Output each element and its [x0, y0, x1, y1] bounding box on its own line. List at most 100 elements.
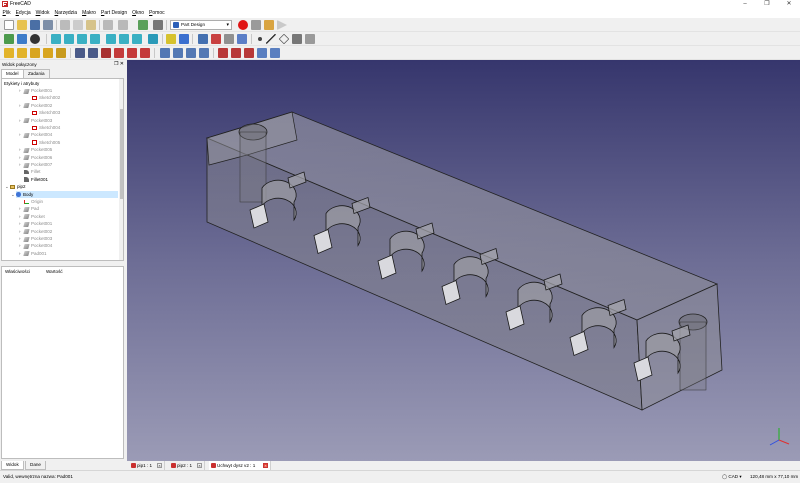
copy-icon[interactable] — [73, 20, 83, 30]
save-as-icon[interactable] — [43, 20, 53, 30]
local-cs-icon[interactable] — [292, 34, 302, 44]
tree-item[interactable]: › Pocket003 — [19, 235, 118, 242]
workbench-selector[interactable]: Part Design ▾ — [170, 20, 232, 30]
tree-item[interactable]: › Pocket007 — [19, 161, 118, 168]
maximize-button[interactable]: ❐ — [756, 0, 778, 9]
view-isometric-icon[interactable] — [51, 34, 61, 44]
tab-view-props[interactable]: Widok — [1, 461, 24, 470]
expand-arrow-icon[interactable]: › — [19, 250, 21, 257]
scroll-thumb[interactable] — [120, 109, 123, 199]
polar-pattern-icon[interactable] — [186, 48, 196, 58]
expand-arrow-icon[interactable]: ⌄ — [11, 191, 15, 198]
expand-arrow-icon[interactable]: › — [19, 235, 21, 242]
view-bottom-icon[interactable] — [119, 34, 129, 44]
cut-icon[interactable] — [60, 20, 70, 30]
new-document-icon[interactable] — [4, 20, 14, 30]
subtractive-primitive-icon[interactable] — [140, 48, 150, 58]
draw-style-icon[interactable] — [30, 34, 40, 44]
whats-this-icon[interactable] — [153, 20, 163, 30]
pad-icon[interactable] — [4, 48, 14, 58]
expand-arrow-icon[interactable]: › — [19, 87, 21, 94]
stop-macro-icon[interactable] — [251, 20, 261, 30]
link-make-icon[interactable] — [224, 34, 234, 44]
chamfer-icon[interactable] — [231, 48, 241, 58]
loft-icon[interactable] — [30, 48, 40, 58]
point-icon[interactable] — [258, 37, 262, 41]
fillet-icon[interactable] — [218, 48, 228, 58]
view-right-icon[interactable] — [90, 34, 100, 44]
open-folder-icon[interactable] — [17, 20, 27, 30]
menu-macro[interactable]: Makro — [80, 9, 99, 18]
menu-file[interactable]: Plik — [0, 9, 13, 18]
tree-item[interactable]: › Pocket001 — [19, 87, 118, 94]
tree-item[interactable]: ⌄ pip2 — [5, 183, 118, 190]
view-front-icon[interactable] — [64, 34, 74, 44]
multitransform-icon[interactable] — [199, 48, 209, 58]
mirrored-icon[interactable] — [160, 48, 170, 58]
3d-viewport[interactable] — [127, 60, 800, 461]
create-part-icon[interactable] — [179, 34, 189, 44]
tree-item[interactable]: › Pocket004 — [19, 242, 118, 249]
redo-icon[interactable] — [118, 20, 128, 30]
view-left-icon[interactable] — [132, 34, 142, 44]
close-window-button[interactable]: ✕ — [778, 0, 800, 9]
tree-item[interactable]: › Pocket002 — [19, 228, 118, 235]
pipe-icon[interactable] — [43, 48, 53, 58]
menu-tools[interactable]: Narzędzia — [52, 9, 80, 18]
close-tab-icon[interactable]: × — [157, 463, 162, 468]
record-macro-icon[interactable] — [238, 20, 248, 30]
tab-tasks[interactable]: Zadania — [23, 69, 50, 78]
close-tab-icon[interactable]: × — [197, 463, 202, 468]
minimize-button[interactable]: – — [734, 0, 756, 9]
tab-data-props[interactable]: Dane — [25, 461, 46, 470]
tree-item[interactable]: Fillet001 — [24, 176, 118, 183]
line-icon[interactable] — [266, 34, 276, 44]
hole-icon[interactable] — [88, 48, 98, 58]
expand-arrow-icon[interactable]: › — [19, 102, 21, 109]
subtractive-pipe-icon[interactable] — [127, 48, 137, 58]
linear-pattern-icon[interactable] — [173, 48, 183, 58]
tree-item[interactable]: › Pocket004 — [19, 131, 118, 138]
draft-icon[interactable] — [244, 48, 254, 58]
plane-icon[interactable] — [278, 33, 290, 45]
pocket-icon[interactable] — [75, 48, 85, 58]
thickness-icon[interactable] — [257, 48, 267, 58]
tab-model[interactable]: Model — [1, 69, 24, 78]
tree-item[interactable]: › Pad — [19, 205, 118, 212]
paste-icon[interactable] — [86, 20, 96, 30]
tree-item[interactable]: › Pocket001 — [19, 220, 118, 227]
tree-item[interactable]: Sketch002 — [32, 94, 118, 101]
expand-arrow-icon[interactable]: › — [19, 242, 21, 249]
undo-icon[interactable] — [103, 20, 113, 30]
menu-view[interactable]: Widok — [33, 9, 52, 18]
shape-binder-icon[interactable] — [305, 34, 315, 44]
tree-item[interactable]: Origin — [24, 198, 118, 205]
navigation-style-button[interactable]: ◯ CAD ▾ — [722, 474, 742, 480]
tree-item[interactable]: › Pocket003 — [19, 117, 118, 124]
save-icon[interactable] — [30, 20, 40, 30]
model-tree[interactable]: Etykiety i atrybuty › Pocket001 Sketch002 ›… — [1, 78, 124, 261]
close-tab-icon[interactable]: × — [263, 463, 268, 468]
tree-item[interactable]: Sketch005 — [32, 139, 118, 146]
execute-macro-icon[interactable] — [277, 20, 287, 30]
fit-selection-icon[interactable] — [17, 34, 27, 44]
subtractive-loft-icon[interactable] — [114, 48, 124, 58]
groove-icon[interactable] — [101, 48, 111, 58]
view-top-icon[interactable] — [77, 34, 87, 44]
expand-arrow-icon[interactable]: › — [19, 161, 21, 168]
tree-item[interactable]: › Pocket002 — [19, 102, 118, 109]
expand-arrow-icon[interactable]: › — [19, 117, 21, 124]
expand-arrow-icon[interactable]: ⌄ — [5, 183, 9, 190]
fit-all-icon[interactable] — [4, 34, 14, 44]
revolution-icon[interactable] — [17, 48, 27, 58]
tree-item[interactable]: Fillet — [24, 168, 118, 175]
doc-tab-pip2[interactable]: pip2 : 1 × — [169, 461, 205, 470]
macros-icon[interactable] — [264, 20, 274, 30]
tree-item[interactable]: Sketch004 — [32, 124, 118, 131]
menu-window[interactable]: Okno — [130, 9, 147, 18]
link-icon[interactable] — [211, 34, 221, 44]
tree-item[interactable]: › Pocket006 — [19, 154, 118, 161]
expand-arrow-icon[interactable]: › — [19, 213, 21, 220]
group-icon[interactable] — [198, 34, 208, 44]
refresh-icon[interactable] — [138, 20, 148, 30]
